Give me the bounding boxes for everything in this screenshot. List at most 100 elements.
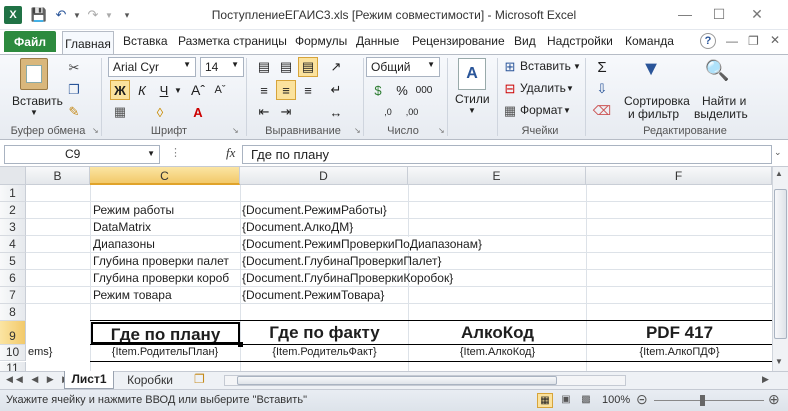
font-size-select[interactable]: 14 ▼ — [200, 57, 244, 77]
scroll-right-icon[interactable]: ▶ — [762, 374, 769, 385]
cell-f9[interactable]: PDF 417 — [588, 322, 771, 344]
autosum-icon[interactable]: Σ — [592, 57, 612, 77]
row-header-5[interactable]: 5 — [0, 253, 26, 270]
ribbon-minimize-icon[interactable]: — — [726, 34, 738, 48]
window-restore-icon[interactable]: ❐ — [748, 34, 759, 48]
clear-icon[interactable]: ⌫ — [592, 101, 612, 121]
underline-button[interactable]: Ч — [154, 80, 174, 100]
increase-indent-icon[interactable]: ⇥ — [276, 102, 296, 122]
italic-button[interactable]: К — [132, 80, 152, 100]
tab-home[interactable]: Главная — [62, 31, 114, 55]
grow-font-icon[interactable]: Aˆ — [188, 80, 208, 100]
increase-decimal-icon[interactable]: ,0 — [378, 102, 398, 122]
tab-addins[interactable]: Надстройки — [547, 34, 613, 52]
column-header-c[interactable]: C — [90, 167, 240, 185]
row-header-8[interactable]: 8 — [0, 304, 26, 321]
scroll-up-icon[interactable]: ▲ — [775, 169, 783, 178]
sheet-tab-korobki[interactable]: Коробки — [118, 372, 182, 388]
row-header-3[interactable]: 3 — [0, 219, 26, 236]
cell-c3[interactable]: DataMatrix — [93, 220, 239, 234]
cell-d9[interactable]: Где по факту — [242, 322, 407, 344]
alignment-launcher-icon[interactable]: ↘ — [354, 126, 361, 135]
scroll-down-icon[interactable]: ▼ — [775, 357, 783, 366]
comma-style-icon[interactable]: 000 — [414, 80, 434, 100]
fill-color-icon[interactable]: ◊ — [150, 102, 170, 122]
find-select-icon[interactable]: 🔍 — [704, 58, 730, 88]
page-layout-view-icon[interactable]: ▣ — [558, 393, 574, 408]
paste-dropdown-icon[interactable]: ▼ — [30, 108, 38, 117]
paste-button[interactable]: Вставить — [12, 94, 63, 108]
row-header-6[interactable]: 6 — [0, 270, 26, 287]
font-color-icon[interactable]: A — [188, 102, 208, 122]
formula-input[interactable]: Где по плану — [242, 145, 772, 164]
column-header-f[interactable]: F — [586, 167, 772, 185]
cell-d4[interactable]: {Document.РежимПроверкиПоДиапазонам} — [242, 237, 582, 251]
hscroll-thumb[interactable] — [237, 376, 557, 385]
wrap-text-icon[interactable]: ↵ — [326, 80, 346, 100]
cell-c6[interactable]: Глубина проверки короб — [93, 271, 239, 285]
row-header-9[interactable]: 9 — [0, 321, 26, 345]
tab-file[interactable]: Файл — [4, 31, 56, 52]
scroll-thumb[interactable] — [774, 189, 787, 339]
sheet-tab-list1[interactable]: Лист1 — [64, 371, 114, 389]
cell-f10[interactable]: {Item.АлкоПДФ} — [588, 346, 771, 358]
currency-icon[interactable]: $ — [368, 80, 388, 100]
styles-dropdown-icon[interactable]: ▼ — [468, 106, 476, 115]
maximize-icon[interactable]: ☐ — [706, 4, 732, 24]
name-box[interactable]: C9 ▼ — [4, 145, 160, 164]
tab-page-layout[interactable]: Разметка страницы — [178, 34, 287, 52]
horizontal-scrollbar[interactable] — [224, 375, 626, 386]
shrink-font-icon[interactable]: Aˇ — [210, 80, 230, 100]
percent-icon[interactable]: % — [392, 80, 412, 100]
cell-e9[interactable]: АлкоКод — [410, 322, 585, 344]
zoom-out-icon[interactable]: ⊝ — [636, 391, 648, 408]
font-name-select[interactable]: Arial Cyr ▼ — [108, 57, 196, 77]
find-select-label-1[interactable]: Найти и — [702, 94, 746, 108]
cell-d7[interactable]: {Document.РежимТовара} — [242, 288, 582, 302]
cell-d10[interactable]: {Item.РодительФакт} — [242, 346, 407, 358]
copy-icon[interactable]: ❐ — [64, 80, 84, 100]
minimize-icon[interactable]: — — [672, 4, 698, 24]
bold-button[interactable]: Ж — [110, 80, 130, 100]
cell-d6[interactable]: {Document.ГлубинаПроверкиКоробок} — [242, 271, 582, 285]
align-bottom-icon[interactable]: ▤ — [298, 57, 318, 77]
page-break-view-icon[interactable]: ▩ — [578, 393, 594, 408]
align-middle-icon[interactable]: ▤ — [276, 57, 296, 77]
tab-insert[interactable]: Вставка — [123, 34, 168, 52]
row-header-10[interactable]: 10 — [0, 345, 26, 361]
zoom-level[interactable]: 100% — [602, 394, 630, 406]
tab-review[interactable]: Рецензирование — [412, 34, 505, 52]
cell-c4[interactable]: Диапазоны — [93, 237, 239, 251]
format-cells-icon[interactable]: ▦ — [500, 101, 520, 121]
cell-d3[interactable]: {Document.АлкоДМ} — [242, 220, 582, 234]
insert-function-button[interactable]: fx — [226, 145, 235, 161]
text-orientation-icon[interactable]: ↗ — [326, 57, 346, 77]
delete-cells-icon[interactable]: ⊟ — [500, 79, 520, 99]
number-format-select[interactable]: Общий ▼ — [366, 57, 440, 77]
insert-sheet-icon[interactable]: ❐ — [194, 372, 205, 386]
format-cells-button[interactable]: Формат — [520, 103, 563, 117]
cell-c2[interactable]: Режим работы — [93, 203, 239, 217]
styles-button[interactable]: Стили — [455, 92, 490, 106]
font-launcher-icon[interactable]: ↘ — [232, 126, 239, 135]
align-center-icon[interactable]: ≡ — [276, 80, 296, 100]
zoom-in-icon[interactable]: ⊕ — [768, 391, 780, 408]
tab-view[interactable]: Вид — [514, 34, 536, 52]
align-left-icon[interactable]: ≡ — [254, 80, 274, 100]
expand-formula-icon[interactable]: ⌄ — [774, 147, 782, 158]
sort-filter-icon[interactable]: ▼ — [638, 58, 664, 88]
row-header-1[interactable]: 1 — [0, 185, 26, 202]
align-top-icon[interactable]: ▤ — [254, 57, 274, 77]
format-painter-icon[interactable]: ✎ — [64, 102, 84, 122]
column-header-b[interactable]: B — [26, 167, 90, 185]
tab-formulas[interactable]: Формулы — [295, 34, 347, 52]
column-header-e[interactable]: E — [408, 167, 586, 185]
styles-icon[interactable]: A — [458, 58, 486, 90]
row-header-7[interactable]: 7 — [0, 287, 26, 304]
select-all-button[interactable] — [0, 167, 26, 185]
tab-data[interactable]: Данные — [356, 34, 399, 52]
merge-center-icon[interactable]: ↔ — [326, 102, 346, 122]
vertical-scrollbar[interactable]: ▲ ▼ — [772, 167, 788, 371]
cell-b10[interactable]: ems} — [28, 346, 88, 358]
normal-view-icon[interactable]: ▦ — [537, 393, 553, 408]
